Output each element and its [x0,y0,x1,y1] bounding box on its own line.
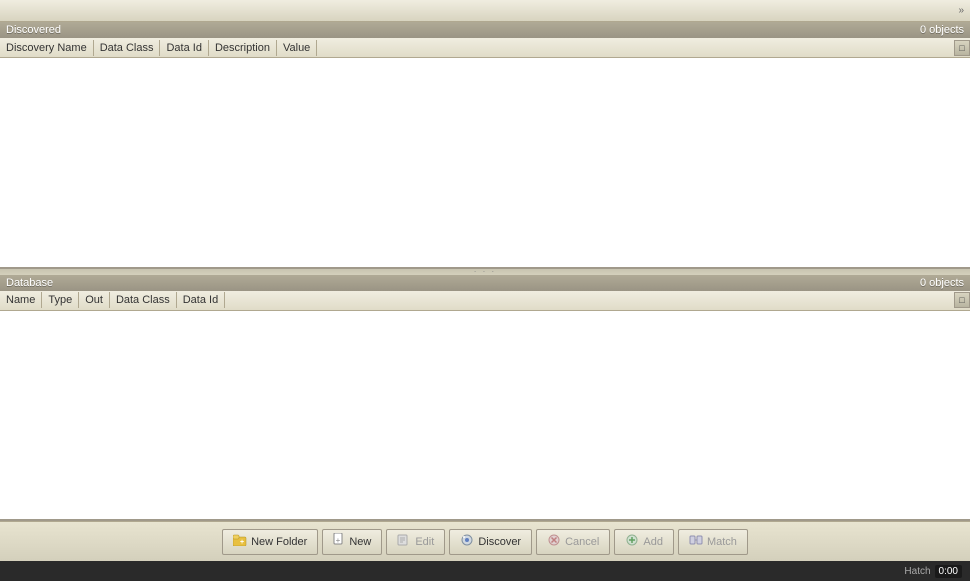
edit-button[interactable]: Edit [386,529,445,555]
status-bar: Hatch 0:00 [0,561,970,581]
new-page-icon: + [333,533,345,550]
database-col-data-id: Data Id [177,292,225,308]
add-button[interactable]: Add [614,529,674,555]
discovered-col-discovery-name: Discovery Name [0,40,94,56]
edit-icon [397,533,411,550]
database-panel-body [0,311,970,520]
main-content: Discovered 0 objects Discovery Name Data… [0,22,970,521]
new-folder-label: New Folder [251,536,307,548]
discover-icon [460,533,474,550]
folder-icon: + [233,534,247,549]
new-label: New [349,536,371,548]
database-title: Database [6,277,53,289]
discovered-columns: Discovery Name Data Class Data Id Descri… [0,38,970,58]
cancel-icon [547,533,561,550]
hatch-label: Hatch [904,566,930,577]
discovered-col-options-btn[interactable]: □ [954,40,970,56]
toolbar-arrow[interactable]: » [958,5,964,16]
match-button[interactable]: Match [678,529,748,555]
status-time: 0:00 [935,565,962,578]
discovered-col-description: Description [209,40,277,56]
discovered-panel-header: Discovered 0 objects [0,22,970,38]
cancel-label: Cancel [565,536,599,548]
discovered-panel-body [0,58,970,267]
discover-label: Discover [478,536,521,548]
new-folder-button[interactable]: + New Folder [222,529,318,555]
edit-label: Edit [415,536,434,548]
discovered-col-data-class: Data Class [94,40,161,56]
add-label: Add [643,536,663,548]
database-col-out: Out [79,292,110,308]
svg-text:+: + [336,536,341,545]
database-count: 0 objects [920,277,964,289]
database-col-data-class: Data Class [110,292,177,308]
bottom-bar: + New Folder + New Edit [0,521,970,561]
database-col-name: Name [0,292,42,308]
top-toolbar: » [0,0,970,22]
svg-text:+: + [240,539,244,546]
cancel-button[interactable]: Cancel [536,529,610,555]
discovered-title: Discovered [6,24,61,36]
database-columns: Name Type Out Data Class Data Id □ [0,291,970,311]
database-col-type: Type [42,292,79,308]
match-label: Match [707,536,737,548]
database-panel: Database 0 objects Name Type Out Data Cl… [0,275,970,522]
discovered-panel: Discovered 0 objects Discovery Name Data… [0,22,970,269]
new-button[interactable]: + New [322,529,382,555]
discovered-count: 0 objects [920,24,964,36]
discovered-col-data-id: Data Id [160,40,208,56]
add-icon [625,533,639,550]
database-panel-header: Database 0 objects [0,275,970,291]
database-col-options-btn[interactable]: □ [954,292,970,308]
discovered-col-row: Discovery Name Data Class Data Id Descri… [0,38,970,57]
database-col-row: Name Type Out Data Class Data Id □ [0,291,970,310]
match-icon [689,533,703,550]
discovered-col-value: Value [277,40,317,56]
discover-button[interactable]: Discover [449,529,532,555]
